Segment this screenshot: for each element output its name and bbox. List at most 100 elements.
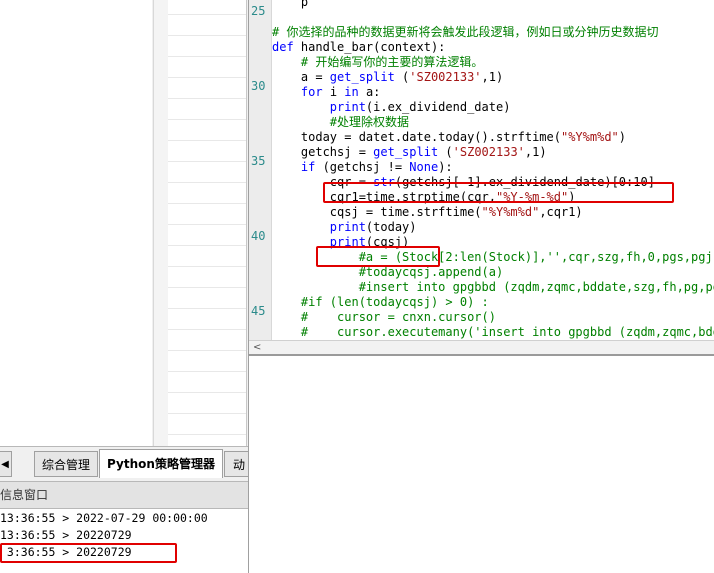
code-line: cqr1=time.strptime(cqr,"%Y-%m-%d") bbox=[272, 190, 576, 205]
code-line: cqr = str(getchsj[-1].ex_dividend_date)[… bbox=[272, 175, 655, 190]
line-number: 35 bbox=[251, 154, 266, 168]
log-line: 13:36:55 > 2022-07-29 00:00:00 bbox=[0, 511, 208, 525]
code-token: # 开始编写你的主要的算法逻辑。 bbox=[272, 55, 484, 69]
code-line: print(cqsj) bbox=[272, 235, 409, 250]
grid-line bbox=[168, 287, 246, 288]
horizontal-scrollbar[interactable]: < bbox=[249, 340, 714, 354]
code-token: #if (len(todaycqsj) > 0) : bbox=[272, 295, 489, 309]
grid-line bbox=[168, 413, 246, 414]
grid-line bbox=[168, 392, 246, 393]
code-token: 'SZ002133' bbox=[452, 145, 525, 159]
code-editor[interactable]: 25 30 35 40 45 p # 你选择的品种的数据更新将会触发此段逻辑，例如… bbox=[248, 0, 714, 354]
code-token: "%Y%m%d" bbox=[560, 130, 619, 144]
code-text-area[interactable]: p # 你选择的品种的数据更新将会触发此段逻辑，例如日或分钟历史数据切 def ha… bbox=[272, 0, 714, 340]
code-token: a: bbox=[358, 85, 381, 99]
line-number: 30 bbox=[251, 79, 266, 93]
code-token: #处理除权数据 bbox=[272, 115, 410, 129]
grid-line bbox=[168, 14, 246, 15]
code-line: # cursor.executemany('insert into gpgbbd… bbox=[272, 325, 714, 340]
code-token: cqsj = time.strftime( bbox=[272, 205, 482, 219]
left-vertical-scrollbar[interactable] bbox=[153, 0, 169, 446]
left-panel: ◀ 综合管理 Python策略管理器 动 信息窗口 13:36:55 > 202… bbox=[0, 0, 254, 571]
code-token: str bbox=[373, 175, 395, 189]
grid-line bbox=[168, 98, 246, 99]
code-token: in bbox=[344, 85, 359, 99]
code-line: p bbox=[272, 0, 308, 10]
code-line: #todaycqsj.append(a) bbox=[272, 265, 504, 280]
grid-line bbox=[168, 434, 246, 435]
line-number-gutter: 25 30 35 40 45 bbox=[249, 0, 272, 340]
code-line: a = get_split ('SZ002133',1) bbox=[272, 70, 503, 85]
code-token: (today) bbox=[365, 220, 417, 234]
code-token: # 你选择的品种的数据更新将会触发此段逻辑，例如日或分钟历史数据切 bbox=[272, 25, 659, 39]
code-token: ,1) bbox=[481, 70, 504, 84]
tab-overview[interactable]: 综合管理 bbox=[34, 451, 98, 477]
code-token: ) bbox=[568, 190, 576, 204]
code-line: # 开始编写你的主要的算法逻辑。 bbox=[272, 55, 483, 70]
code-token: print bbox=[329, 220, 366, 234]
code-line: for i in a: bbox=[272, 85, 381, 100]
info-window-header: 信息窗口 bbox=[0, 482, 248, 509]
code-token: "%Y-%m-%d" bbox=[495, 190, 569, 204]
code-line: def handle_bar(context): bbox=[272, 40, 445, 55]
code-token: (cqsj) bbox=[365, 235, 410, 249]
code-line: #insert into gpgbbd (zqdm,zqmc,bddate,sz… bbox=[272, 280, 714, 295]
code-token: ): bbox=[438, 160, 453, 174]
code-token: #a = (Stock[2:len(Stock)],'',cqr,szg,fh,… bbox=[272, 250, 714, 264]
code-token: ) bbox=[618, 130, 627, 144]
code-token: if bbox=[300, 160, 316, 174]
tab-scroll-left-icon[interactable]: ◀ bbox=[0, 451, 12, 477]
grid-line bbox=[168, 224, 246, 225]
scroll-left-arrow-icon[interactable]: < bbox=[253, 341, 261, 354]
code-token: #insert into gpgbbd (zqdm,zqmc,bddate,sz… bbox=[272, 280, 714, 294]
code-line: getchsj = get_split ('SZ002133',1) bbox=[272, 145, 547, 160]
code-line: cqsj = time.strftime("%Y%m%d",cqr1) bbox=[272, 205, 583, 220]
line-number: 45 bbox=[251, 304, 266, 318]
bottom-tab-bar: ◀ 综合管理 Python策略管理器 动 bbox=[0, 446, 254, 482]
grid-line bbox=[168, 329, 246, 330]
code-line: # 你选择的品种的数据更新将会触发此段逻辑，例如日或分钟历史数据切 bbox=[272, 25, 658, 40]
code-token: (getchsj != bbox=[315, 160, 410, 174]
code-token: i bbox=[322, 85, 345, 99]
line-number: 25 bbox=[251, 4, 266, 18]
tab-python-strategy-manager[interactable]: Python策略管理器 bbox=[99, 449, 223, 478]
code-token: ( bbox=[394, 70, 410, 84]
code-token: (i.ex_dividend_date) bbox=[365, 100, 511, 114]
grid-line bbox=[168, 203, 246, 204]
code-token: cqr = bbox=[272, 175, 374, 189]
grid-line bbox=[168, 308, 246, 309]
code-token: None bbox=[409, 160, 439, 174]
grid-line bbox=[168, 119, 246, 120]
code-token: print bbox=[329, 100, 366, 114]
code-token: # cursor.executemany('insert into gpgbbd… bbox=[300, 325, 714, 339]
code-token: get_split bbox=[329, 70, 395, 84]
code-token: ,cqr1) bbox=[539, 205, 583, 219]
code-token: p bbox=[272, 0, 309, 9]
code-token: 'SZ002133' bbox=[409, 70, 482, 84]
grid-line bbox=[168, 77, 246, 78]
output-pane bbox=[248, 354, 714, 573]
grid-line bbox=[168, 140, 246, 141]
code-line: # cursor = cnxn.cursor() bbox=[272, 310, 496, 325]
code-token: getchsj = bbox=[272, 145, 374, 159]
code-token: print bbox=[329, 235, 366, 249]
code-token: for bbox=[300, 85, 323, 99]
code-token: "%Y%m%d" bbox=[481, 205, 540, 219]
grid-line bbox=[168, 245, 246, 246]
log-line: 3:36:55 > 20220729 bbox=[0, 545, 132, 559]
info-log: 13:36:55 > 2022-07-29 00:00:00 13:36:55 … bbox=[0, 509, 248, 571]
grid-line bbox=[168, 56, 246, 57]
left-grid-area bbox=[168, 0, 247, 446]
grid-line bbox=[168, 182, 246, 183]
code-token: today = datet.date.today().strftime( bbox=[272, 130, 561, 144]
code-token: def bbox=[272, 40, 301, 54]
grid-line bbox=[168, 35, 246, 36]
code-token: (getchsj[-1].ex_dividend_date)[0:10] bbox=[394, 175, 655, 189]
code-token: a = bbox=[272, 70, 330, 84]
code-token: get_split bbox=[373, 145, 439, 159]
code-line: #处理除权数据 bbox=[272, 115, 409, 130]
